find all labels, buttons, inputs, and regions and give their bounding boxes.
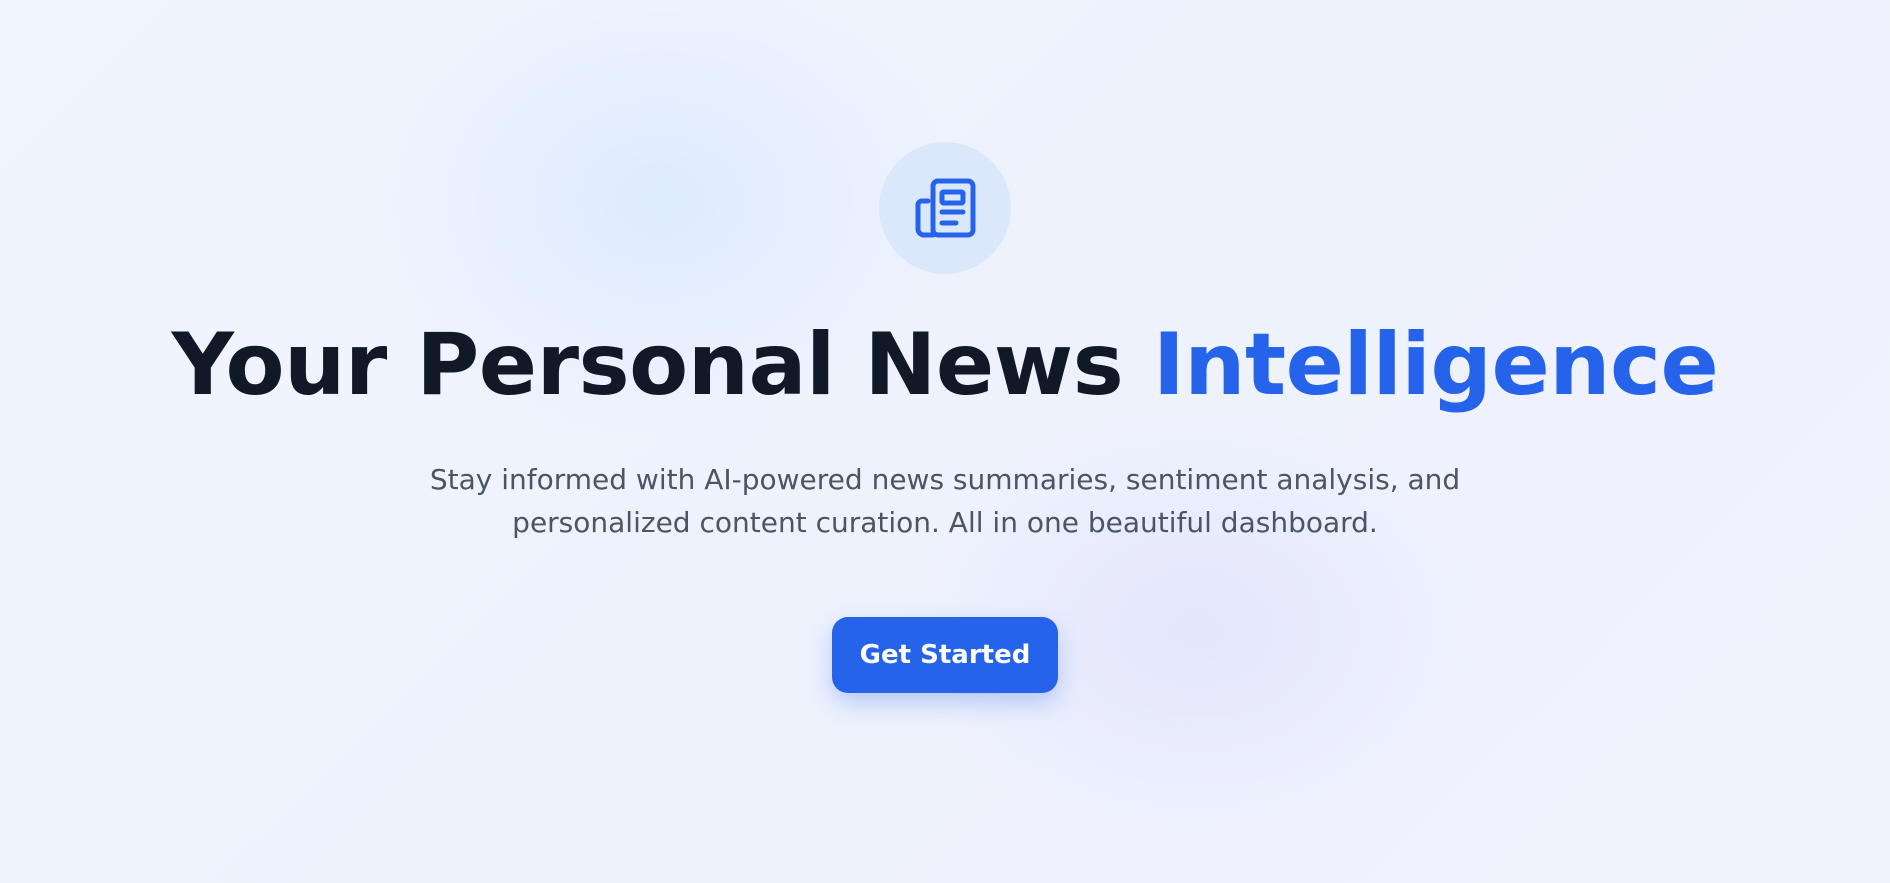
logo-badge (879, 142, 1011, 274)
hero-subtitle: Stay informed with AI-powered news summa… (345, 458, 1545, 544)
newspaper-icon (915, 178, 976, 238)
get-started-button[interactable]: Get Started (832, 617, 1058, 693)
hero-headline: Your Personal News Intelligence (0, 305, 1890, 425)
subtitle-line-2: personalized content curation. All in on… (512, 506, 1378, 539)
hero-section: Your Personal News Intelligence Stay inf… (0, 0, 1890, 883)
headline-accent-text: Intelligence (1152, 315, 1719, 415)
subtitle-line-1: Stay informed with AI-powered news summa… (429, 463, 1461, 496)
headline-main-text: Your Personal News (171, 315, 1153, 415)
